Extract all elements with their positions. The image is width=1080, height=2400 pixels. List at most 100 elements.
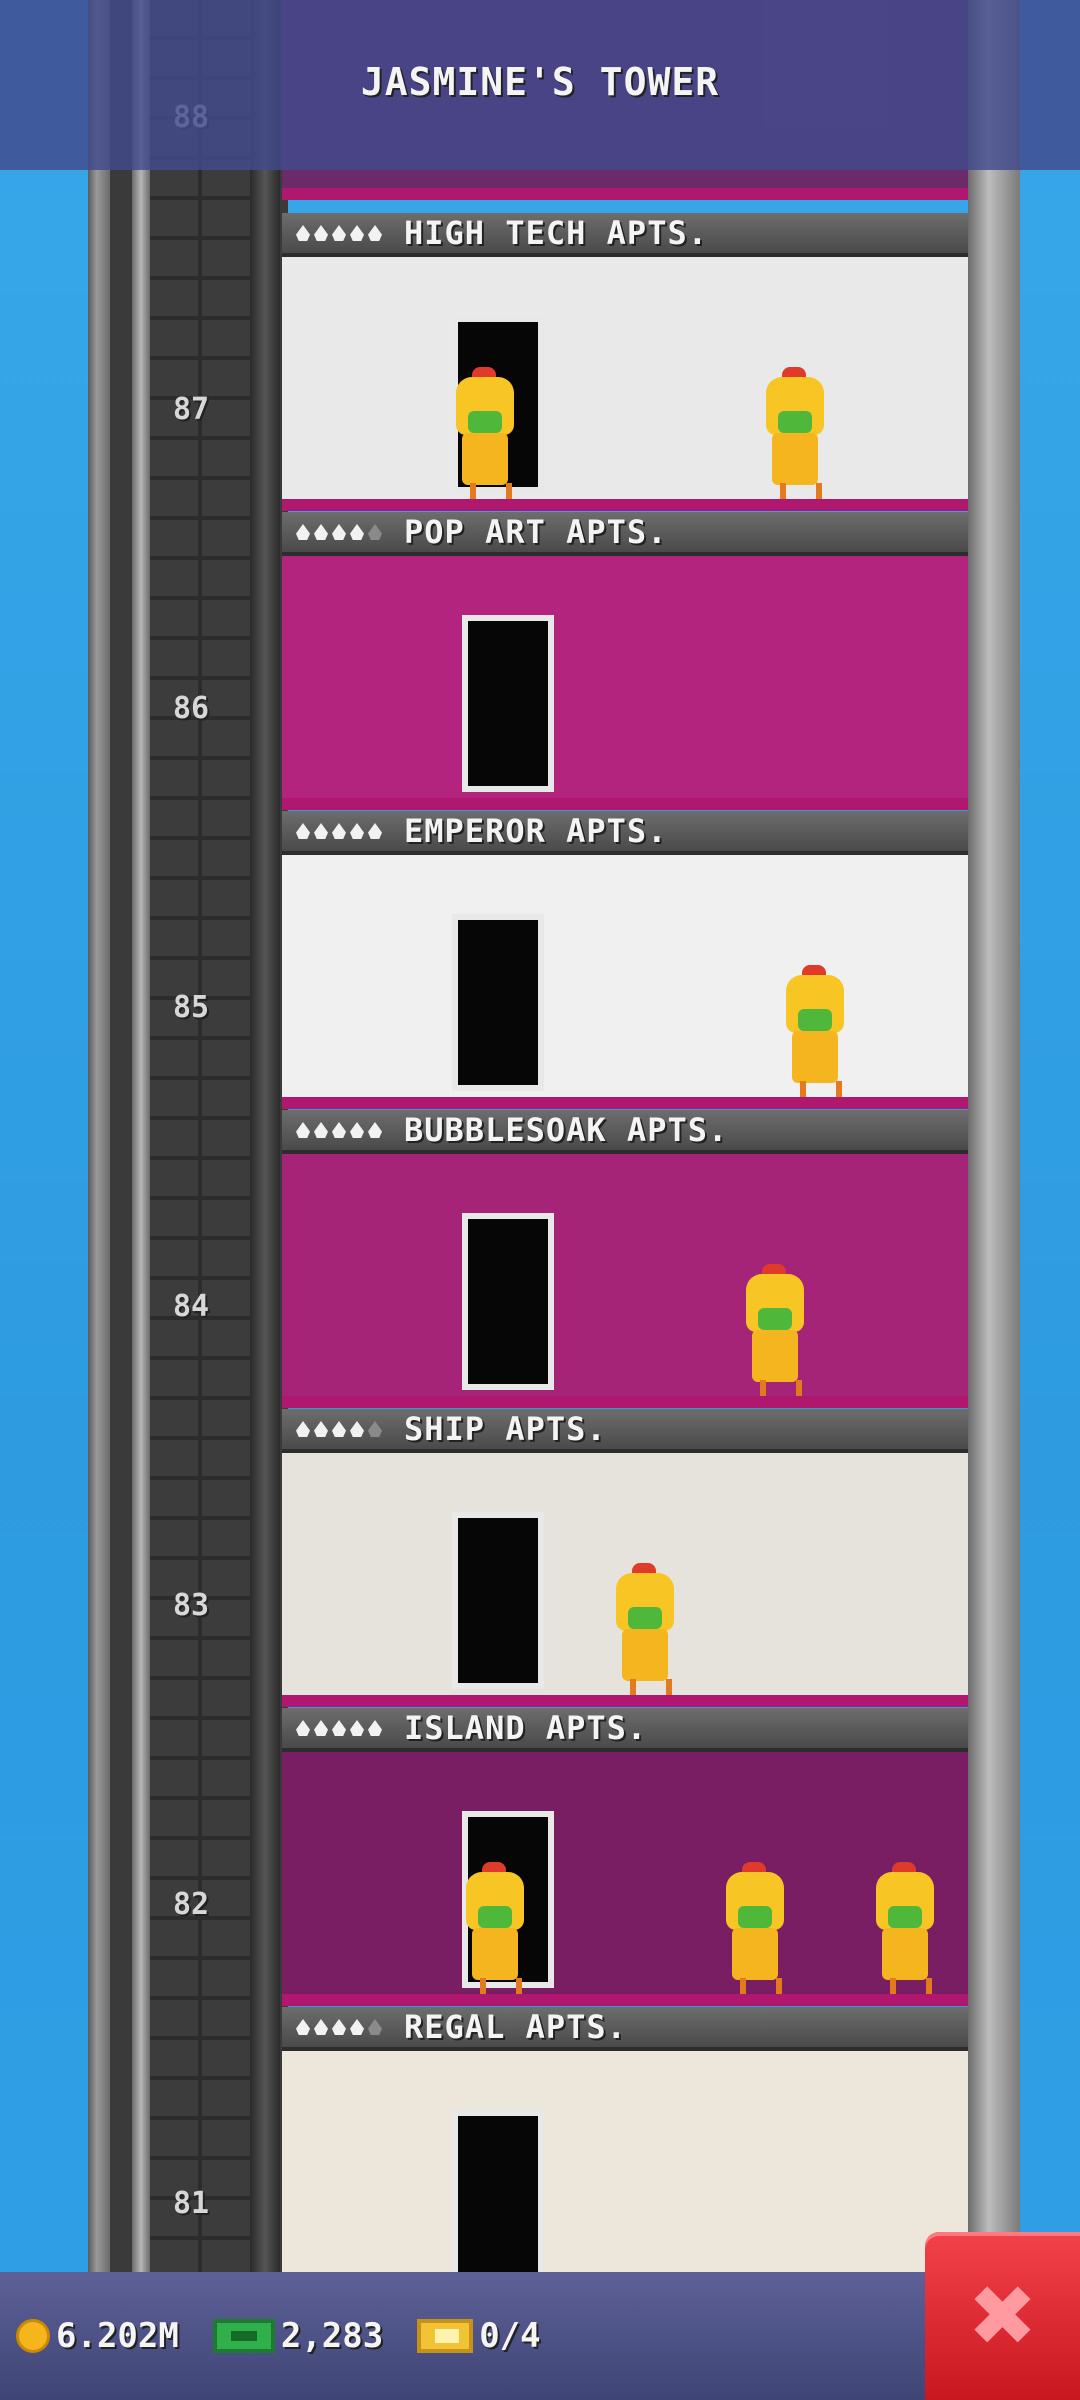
star-icon [368, 1421, 382, 1437]
star-icon [332, 1421, 346, 1437]
ticket-icon [417, 2319, 474, 2353]
floor-room [282, 257, 968, 511]
tower-rail [250, 0, 280, 2400]
elevator-shaft[interactable] [150, 0, 250, 2400]
floor-header: SHIP APTS. [282, 1409, 968, 1453]
bitizen-resident[interactable] [742, 1264, 808, 1396]
tickets-stat[interactable]: 0/4 [399, 2316, 541, 2356]
star-icon [296, 2019, 310, 2035]
floor-86[interactable]: POP ART APTS. [282, 512, 968, 810]
bitizen-resident[interactable] [612, 1563, 678, 1695]
floor-room [282, 2051, 968, 2305]
star-icon [296, 225, 310, 241]
close-button[interactable]: ✖ [925, 2232, 1080, 2400]
floor-room [282, 1154, 968, 1408]
door [452, 914, 544, 1091]
star-icon [368, 524, 382, 540]
bux-stat[interactable]: 2,283 [195, 2316, 383, 2356]
title-bar: JASMINE'S TOWER [0, 0, 1080, 170]
floor-header: REGAL APTS. [282, 2007, 968, 2051]
floor-number-82: 82 [172, 1887, 210, 1922]
star-icon [332, 225, 346, 241]
coins-stat[interactable]: 6.202M [16, 2316, 179, 2356]
floor-82[interactable]: ISLAND APTS. [282, 1708, 968, 2006]
floor-81[interactable]: REGAL APTS. [282, 2007, 968, 2305]
tower-rail [132, 0, 150, 2400]
tower-title: JASMINE'S TOWER [360, 60, 720, 104]
floor-room [282, 855, 968, 1109]
floor-stars [296, 1720, 382, 1736]
door [462, 615, 554, 792]
bitizen-resident[interactable] [722, 1862, 788, 1994]
bitizen-resident[interactable] [782, 965, 848, 1097]
floor-baseline [282, 1396, 968, 1408]
star-icon [296, 1720, 310, 1736]
star-icon [332, 2019, 346, 2035]
floor-stars [296, 1421, 382, 1437]
floor-number-86: 86 [172, 691, 210, 726]
star-icon [296, 524, 310, 540]
floor-room [282, 556, 968, 810]
floor-name: HIGH TECH APTS. [404, 214, 708, 252]
floor-header: ISLAND APTS. [282, 1708, 968, 1752]
coins-value: 6.202M [56, 2316, 179, 2356]
star-icon [350, 1122, 364, 1138]
floor-number-87: 87 [172, 392, 210, 427]
bux-value: 2,283 [280, 2316, 384, 2356]
floor-baseline [282, 188, 968, 200]
star-icon [296, 823, 310, 839]
star-icon [314, 1122, 328, 1138]
floor-header: EMPEROR APTS. [282, 811, 968, 855]
star-icon [314, 1720, 328, 1736]
floor-name: BUBBLESOAK APTS. [404, 1111, 729, 1149]
floor-stars [296, 225, 382, 241]
door [462, 1213, 554, 1390]
star-icon [350, 823, 364, 839]
floor-stars [296, 823, 382, 839]
close-icon: ✖ [967, 2267, 1038, 2365]
star-icon [296, 1421, 310, 1437]
bitizen-resident[interactable] [462, 1862, 528, 1994]
floor-header: BUBBLESOAK APTS. [282, 1110, 968, 1154]
star-icon [350, 524, 364, 540]
star-icon [314, 225, 328, 241]
star-icon [332, 1122, 346, 1138]
star-icon [314, 2019, 328, 2035]
floor-number-84: 84 [172, 1289, 210, 1324]
status-bar: 6.202M 2,283 0/4 [0, 2272, 925, 2400]
star-icon [332, 1720, 346, 1736]
star-icon [332, 823, 346, 839]
floor-85[interactable]: EMPEROR APTS. [282, 811, 968, 1109]
floor-number-81: 81 [172, 2186, 210, 2221]
star-icon [368, 823, 382, 839]
floor-83[interactable]: SHIP APTS. [282, 1409, 968, 1707]
tower-rail [88, 0, 110, 2400]
star-icon [296, 1122, 310, 1138]
star-icon [368, 1720, 382, 1736]
floor-baseline [282, 1097, 968, 1109]
bux-icon [212, 2319, 275, 2353]
star-icon [314, 823, 328, 839]
floor-87[interactable]: HIGH TECH APTS. [282, 213, 968, 511]
tower-right-wall [968, 0, 1020, 2400]
tickets-value: 0/4 [479, 2316, 541, 2356]
floor-baseline [282, 1695, 968, 1707]
floor-number-85: 85 [172, 990, 210, 1025]
bitizen-resident[interactable] [762, 367, 828, 499]
floor-baseline [282, 798, 968, 810]
coin-icon [16, 2319, 50, 2353]
floor-84[interactable]: BUBBLESOAK APTS. [282, 1110, 968, 1408]
bitizen-resident[interactable] [452, 367, 518, 499]
floor-room [282, 1453, 968, 1707]
door [452, 2110, 544, 2287]
bitizen-resident[interactable] [872, 1862, 938, 1994]
floor-room [282, 1752, 968, 2006]
star-icon [314, 1421, 328, 1437]
floor-name: REGAL APTS. [404, 2008, 627, 2046]
floor-header: POP ART APTS. [282, 512, 968, 556]
floor-baseline [282, 499, 968, 511]
floor-number-83: 83 [172, 1588, 210, 1623]
star-icon [368, 225, 382, 241]
floor-name: ISLAND APTS. [404, 1709, 648, 1747]
floor-stars [296, 524, 382, 540]
